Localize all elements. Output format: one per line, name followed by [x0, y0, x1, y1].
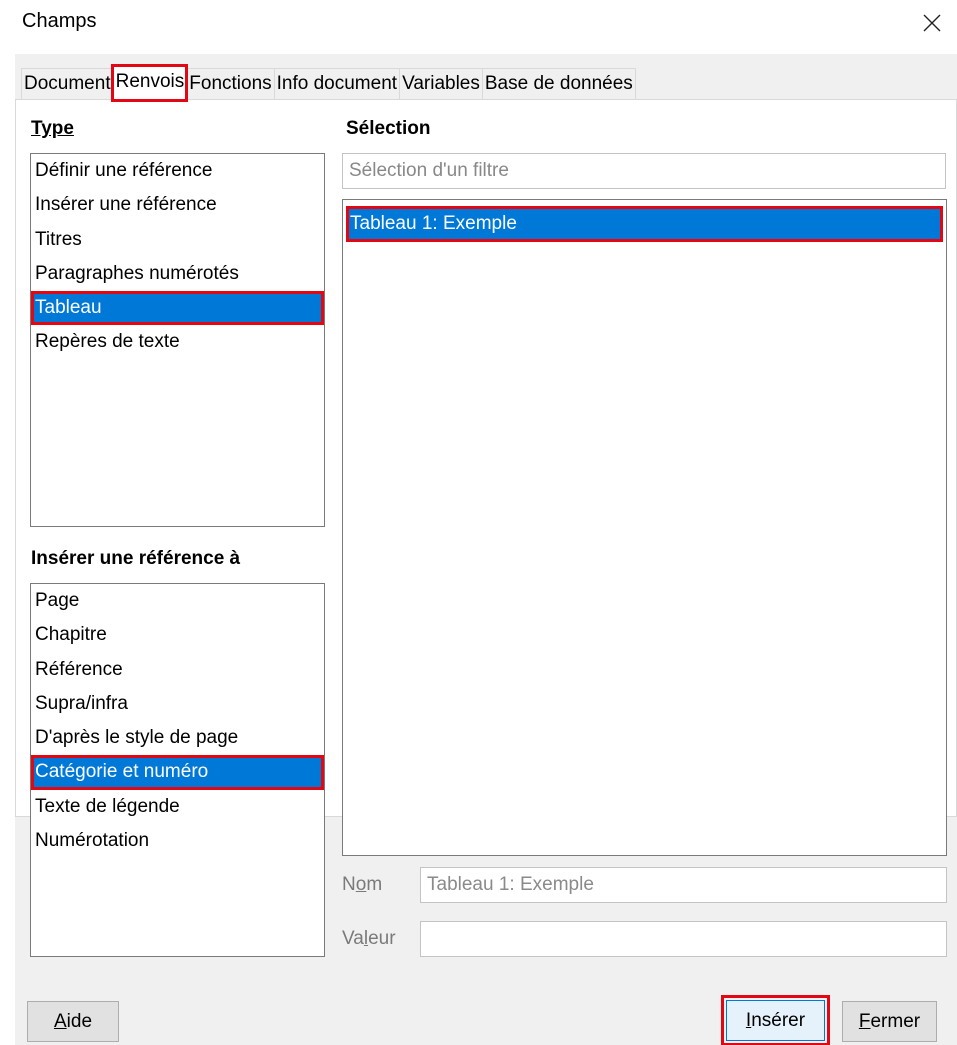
close-window-button[interactable] — [907, 0, 957, 46]
nom-label: Nom — [342, 874, 383, 895]
tab-variables[interactable]: Variables — [399, 68, 482, 99]
type-item[interactable]: Insérer une référence — [31, 188, 324, 222]
type-label: Type — [31, 118, 74, 140]
type-item[interactable]: Définir une référence — [31, 154, 324, 188]
selection-item-selected[interactable]: Tableau 1: Exemple — [346, 206, 943, 242]
help-button[interactable]: Aide — [27, 1001, 119, 1042]
title-bar: Champs — [0, 0, 957, 50]
type-item[interactable]: Titres — [31, 223, 324, 257]
insert-ref-item[interactable]: D'après le style de page — [31, 721, 324, 755]
insert-ref-item[interactable]: Chapitre — [31, 618, 324, 652]
type-item[interactable]: Repères de texte — [31, 325, 324, 359]
insert-ref-item-selected[interactable]: Catégorie et numéro — [31, 755, 324, 790]
valeur-label: Valeur — [342, 928, 396, 949]
tab-bar: Document Renvois Fonctions Info document… — [21, 64, 636, 102]
type-item[interactable]: Paragraphes numérotés — [31, 257, 324, 291]
selection-label: Sélection — [346, 118, 431, 139]
insert-ref-item[interactable]: Numérotation — [31, 824, 324, 858]
tab-panel: Type Définir une référence Insérer une r… — [15, 99, 957, 957]
tab-renvois[interactable]: Renvois — [110, 64, 189, 102]
selection-filter-input[interactable] — [342, 153, 946, 189]
dialog-content: Document Renvois Fonctions Info document… — [15, 54, 957, 1045]
type-label-text: Type — [31, 118, 74, 139]
tab-fonctions[interactable]: Fonctions — [186, 68, 274, 99]
insert-ref-item[interactable]: Texte de légende — [31, 790, 324, 824]
window-title: Champs — [22, 10, 97, 32]
selection-listbox[interactable]: Tableau 1: Exemple — [342, 199, 947, 856]
close-button[interactable]: Fermer — [842, 1001, 937, 1042]
type-item-selected[interactable]: Tableau — [31, 291, 324, 326]
insert-button[interactable]: Insérer — [721, 995, 830, 1045]
nom-field[interactable]: Tableau 1: Exemple — [420, 867, 947, 903]
tab-info-document[interactable]: Info document — [273, 68, 400, 99]
valeur-field[interactable] — [420, 921, 947, 957]
insert-reference-listbox[interactable]: Page Chapitre Référence Supra/infra D'ap… — [30, 583, 325, 957]
close-icon — [923, 14, 941, 32]
insert-ref-item[interactable]: Référence — [31, 653, 324, 687]
tab-document[interactable]: Document — [21, 68, 113, 99]
tab-base-de-donnees[interactable]: Base de données — [481, 68, 636, 99]
insert-reference-label: Insérer une référence à — [31, 548, 241, 569]
insert-ref-item[interactable]: Supra/infra — [31, 687, 324, 721]
type-listbox[interactable]: Définir une référence Insérer une référe… — [30, 153, 325, 527]
insert-ref-item[interactable]: Page — [31, 584, 324, 618]
